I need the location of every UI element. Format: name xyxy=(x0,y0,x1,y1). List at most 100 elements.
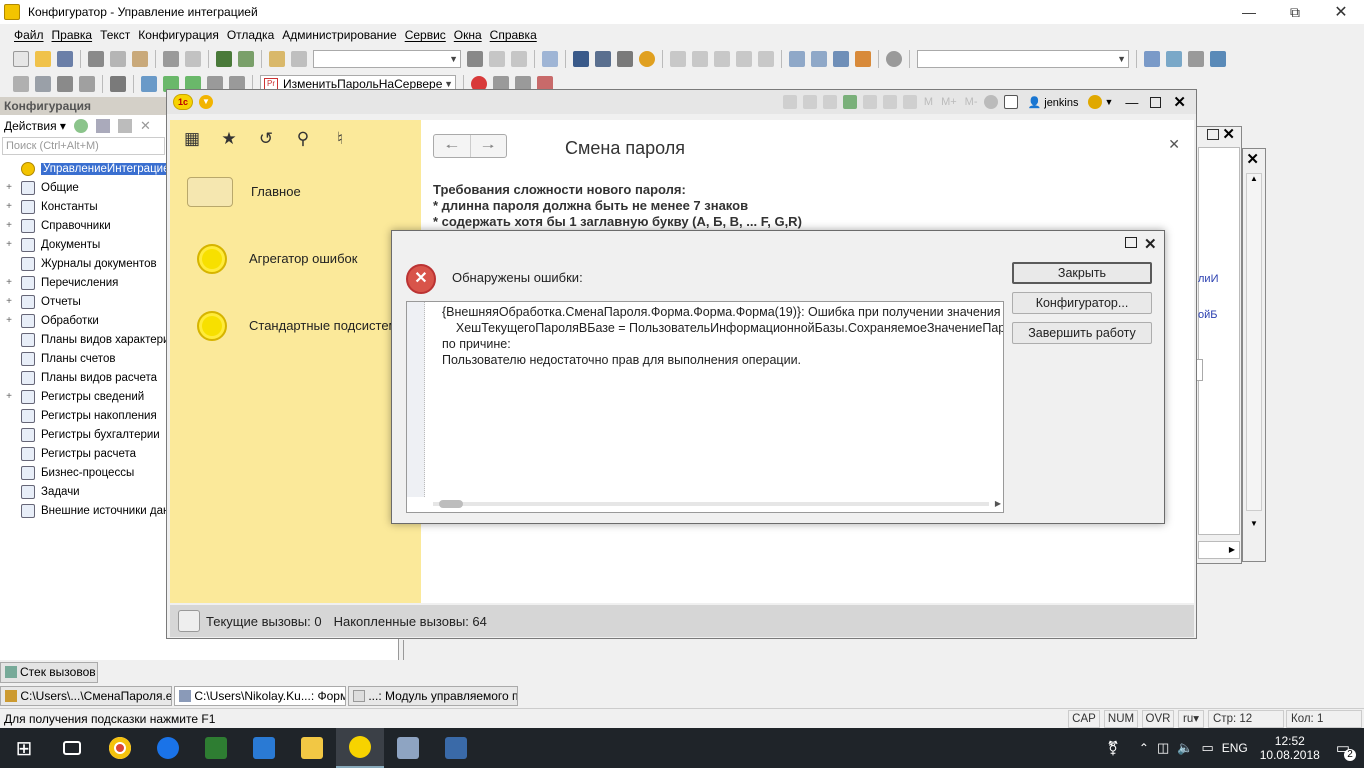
section-error-aggregator[interactable]: Агрегатор ошибок xyxy=(170,225,421,292)
print-icon[interactable] xyxy=(163,51,179,67)
panels-icon[interactable] xyxy=(1004,95,1019,109)
add-icon[interactable] xyxy=(73,119,88,133)
calendar-icon[interactable] xyxy=(902,95,917,109)
tray-chevron-icon[interactable]: ⌃ xyxy=(1139,741,1149,755)
language-indicator[interactable]: ru▾ xyxy=(1178,710,1204,728)
template-icon[interactable] xyxy=(617,51,633,67)
history-icon[interactable] xyxy=(862,95,877,109)
menu-help[interactable]: Справка xyxy=(490,28,537,42)
module-icon[interactable] xyxy=(13,76,29,92)
app-minimize-button[interactable]: — xyxy=(1125,95,1138,110)
find-next-icon[interactable] xyxy=(489,51,505,67)
tree-search-input[interactable]: Поиск (Ctrl+Alt+M) xyxy=(2,137,165,155)
open-icon[interactable] xyxy=(35,51,51,67)
menu-administration[interactable]: Администрирование xyxy=(282,28,396,42)
section-main[interactable]: Главное xyxy=(170,158,421,225)
forward-icon[interactable]: 🠒 xyxy=(469,135,507,157)
1c-taskbar-button[interactable] xyxy=(336,728,384,768)
preview-icon[interactable] xyxy=(185,51,201,67)
timer-icon[interactable] xyxy=(886,51,902,67)
debug-run-icon[interactable] xyxy=(758,51,774,67)
error-details[interactable]: {ВнешняяОбработка.СменаПароля.Форма.Форм… xyxy=(406,301,1004,513)
network-icon[interactable]: ◫ xyxy=(1157,740,1169,756)
tree-icon[interactable] xyxy=(1144,51,1160,67)
expand-icon[interactable]: + xyxy=(3,277,15,288)
error-maximize-icon[interactable] xyxy=(1125,237,1137,248)
exit-button[interactable]: Завершить работу xyxy=(1012,322,1152,344)
undo-icon[interactable] xyxy=(216,51,232,67)
memory-m-icon[interactable]: M xyxy=(924,96,933,108)
forms-icon[interactable] xyxy=(35,76,51,92)
print-icon[interactable] xyxy=(802,95,817,109)
find-icon[interactable] xyxy=(269,51,285,67)
expand-icon[interactable]: + xyxy=(3,220,15,231)
notifications-button[interactable]: ▭ 2 xyxy=(1336,739,1356,761)
expand-icon[interactable]: + xyxy=(3,201,15,212)
error-close-icon[interactable]: ✕ xyxy=(1144,235,1157,253)
main-menu-icon[interactable]: ▼ xyxy=(199,95,213,109)
edit-icon[interactable] xyxy=(1188,51,1204,67)
save-icon[interactable] xyxy=(782,95,797,109)
bg-module-close-icon[interactable]: ✕ xyxy=(1246,150,1259,168)
bg-close-icon[interactable]: ✕ xyxy=(1222,125,1235,143)
go-to-icon[interactable] xyxy=(141,76,157,92)
menu-service[interactable]: Сервис xyxy=(405,28,446,42)
configurator-taskbar-button[interactable] xyxy=(384,728,432,768)
new-icon[interactable] xyxy=(13,51,29,67)
extensions-icon[interactable] xyxy=(1210,51,1226,67)
performance-icon[interactable] xyxy=(178,610,200,632)
close-dialog-button[interactable]: Закрыть xyxy=(1012,262,1152,284)
second-combo[interactable]: ▼ xyxy=(917,50,1129,68)
configurator-button[interactable]: Конфигуратор... xyxy=(1012,292,1152,314)
debug-cursor-icon[interactable] xyxy=(736,51,752,67)
app-maximize-button[interactable] xyxy=(1150,96,1162,108)
window-tab-epf[interactable]: C:\Users\...\СменаПароля.epf xyxy=(0,686,172,706)
history-icon[interactable]: ↺ xyxy=(256,129,276,149)
menu-configuration[interactable]: Конфигурация xyxy=(138,28,219,42)
bg-maximize-icon[interactable] xyxy=(1207,129,1219,140)
chrome-taskbar-button[interactable] xyxy=(96,728,144,768)
start-button[interactable]: ⊞ xyxy=(0,728,48,768)
paste-icon[interactable] xyxy=(132,51,148,67)
copy-item-icon[interactable] xyxy=(117,119,132,133)
db-update-icon[interactable] xyxy=(811,51,827,67)
expand-icon[interactable]: + xyxy=(3,315,15,326)
expand-icon[interactable]: + xyxy=(3,296,15,307)
help-icon[interactable] xyxy=(595,51,611,67)
preview-icon[interactable] xyxy=(822,95,837,109)
section-standard-subsystems[interactable]: Стандартные подсистемы xyxy=(170,292,421,359)
find-prev-icon[interactable] xyxy=(511,51,527,67)
windows-icon[interactable] xyxy=(542,51,558,67)
explorer-taskbar-button[interactable] xyxy=(288,728,336,768)
maximize-button[interactable]: ⧉ xyxy=(1272,0,1318,24)
memory-m-plus-icon[interactable]: M+ xyxy=(941,96,957,108)
support-icon[interactable] xyxy=(855,51,871,67)
task-view-button[interactable] xyxy=(48,728,96,768)
input-language[interactable]: ENG xyxy=(1222,741,1248,755)
expand-icon[interactable]: + xyxy=(3,391,15,402)
info-dropdown-icon[interactable]: ▼ xyxy=(1105,97,1114,107)
menu-text[interactable]: Текст xyxy=(100,28,130,42)
search-icon[interactable] xyxy=(291,51,307,67)
expand-icon[interactable]: + xyxy=(3,182,15,193)
window-tab-form[interactable]: C:\Users\Nikolay.Ku...: Форма xyxy=(174,686,346,706)
delete-icon[interactable]: ✕ xyxy=(140,118,151,134)
call-stack-tab[interactable]: Стек вызовов xyxy=(0,662,98,683)
zoom-icon[interactable] xyxy=(984,95,999,109)
object-icon[interactable] xyxy=(57,76,73,92)
procedures-icon[interactable] xyxy=(110,76,126,92)
structure-icon[interactable] xyxy=(1166,51,1182,67)
volume-icon[interactable]: 🔈 xyxy=(1177,740,1193,756)
people-icon[interactable]: ⚧ xyxy=(1107,740,1119,757)
minimize-button[interactable]: — xyxy=(1226,0,1272,24)
link-icon[interactable] xyxy=(842,95,857,109)
clock[interactable]: 12:52 10.08.2018 xyxy=(1260,734,1320,762)
menu-debug[interactable]: Отладка xyxy=(227,28,274,42)
close-button[interactable]: ✕ xyxy=(1318,0,1364,24)
db-compare-icon[interactable] xyxy=(833,51,849,67)
back-icon[interactable]: 🠐 xyxy=(434,135,470,157)
info-icon[interactable] xyxy=(1087,95,1102,109)
layout-icon[interactable] xyxy=(79,76,95,92)
vscode-taskbar-button[interactable] xyxy=(240,728,288,768)
search-clear-icon[interactable] xyxy=(467,51,483,67)
